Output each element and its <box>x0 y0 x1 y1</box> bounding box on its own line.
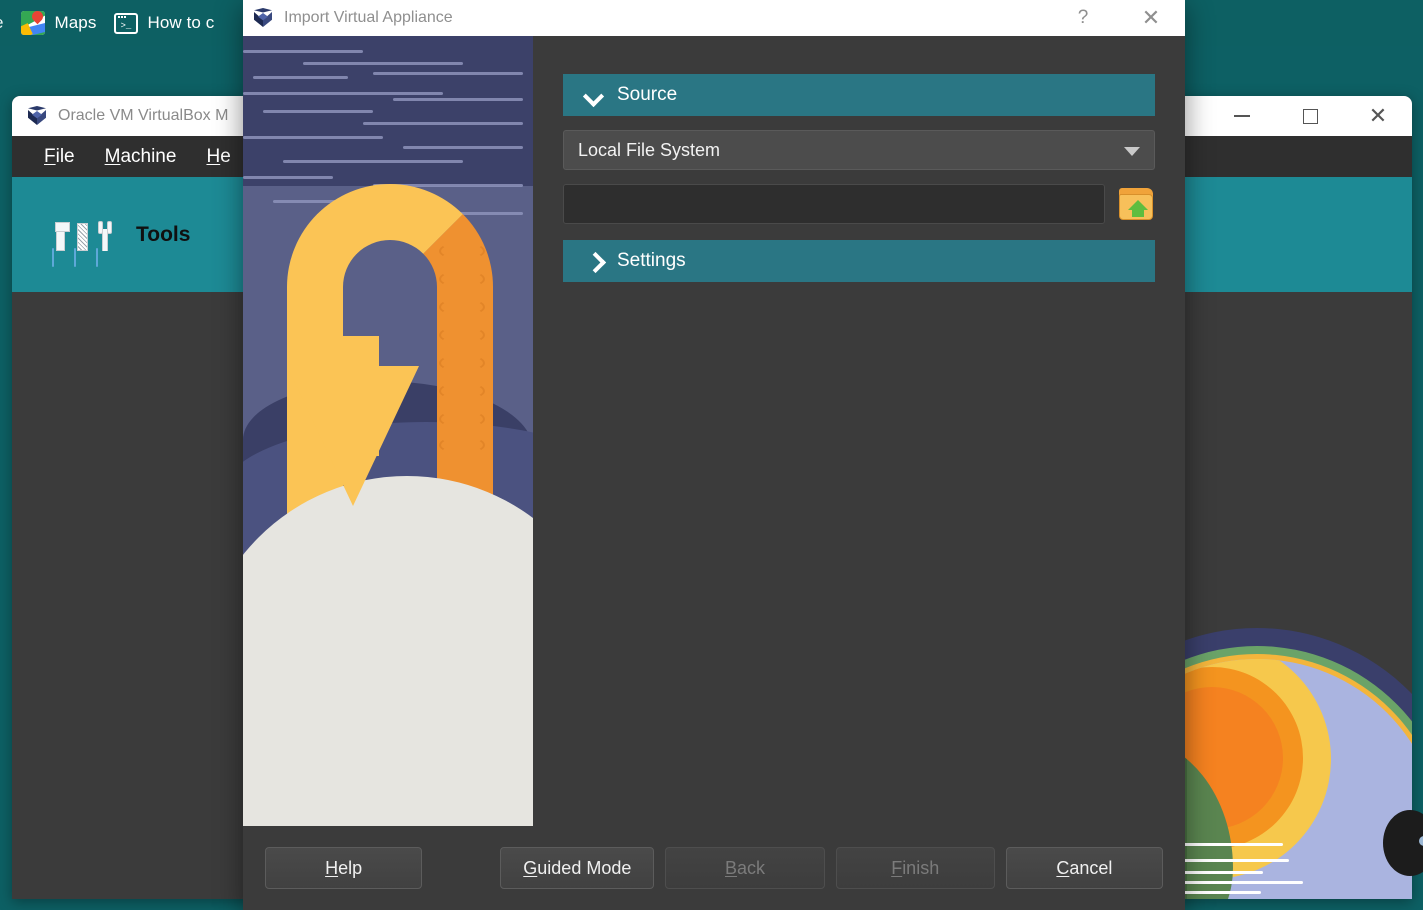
guided-mode-button[interactable]: Guided Mode <box>500 847 654 889</box>
dialog-window-controls: ? ✕ <box>1049 0 1185 36</box>
dialog-main-pane: Source Local File System <box>533 36 1185 826</box>
virtualbox-cube-icon <box>252 7 274 29</box>
dialog-titlebar: Import Virtual Appliance ? ✕ <box>243 0 1185 36</box>
chevron-down-icon <box>1124 147 1140 156</box>
dialog-close-button[interactable]: ✕ <box>1117 0 1185 36</box>
dialog-content: Source Local File System <box>243 36 1185 826</box>
tools-icon <box>52 203 114 267</box>
sidebar-item-label-tools: Tools <box>136 223 190 247</box>
source-expander-header[interactable]: Source <box>563 74 1155 116</box>
virtualbox-cube-icon <box>26 105 48 127</box>
google-maps-icon <box>21 11 45 35</box>
dialog-illustration <box>243 36 533 826</box>
file-path-row <box>563 184 1155 224</box>
back-button-rest: ack <box>737 858 765 878</box>
bookmark-label-maps: Maps <box>54 13 96 33</box>
file-path-input[interactable] <box>563 184 1105 224</box>
dialog-help-button[interactable]: ? <box>1049 0 1117 36</box>
desktop-root: e Maps >_ How to c Oracle VM VirtualBox … <box>0 0 1423 910</box>
menu-item-file[interactable]: File <box>44 146 75 168</box>
terminal-icon: >_ <box>114 13 138 34</box>
bookmark-item-truncated[interactable]: e <box>0 13 3 33</box>
source-select-value: Local File System <box>578 140 720 161</box>
menu-item-help[interactable]: He <box>206 146 230 168</box>
source-select[interactable]: Local File System <box>563 130 1155 170</box>
maximize-button[interactable] <box>1276 96 1344 136</box>
source-expander-label: Source <box>617 84 677 106</box>
back-button: Back <box>665 847 824 889</box>
menu-item-machine[interactable]: Machine <box>105 146 177 168</box>
browse-file-button[interactable] <box>1117 185 1155 223</box>
chevron-right-icon <box>585 252 603 270</box>
chevron-down-icon <box>585 86 603 104</box>
bookmark-item-howto[interactable]: >_ How to c <box>114 13 214 34</box>
cancel-button[interactable]: Cancel <box>1006 847 1163 889</box>
guided-mode-button-rest: uided Mode <box>537 858 631 878</box>
arrow-texture <box>435 236 493 456</box>
finish-button-rest: inish <box>902 858 939 878</box>
maximize-icon <box>1303 109 1318 124</box>
mountain-snow-shape <box>243 476 533 826</box>
dialog-title: Import Virtual Appliance <box>284 9 453 27</box>
bookmark-item-maps[interactable]: Maps <box>21 11 96 35</box>
settings-expander-header[interactable]: Settings <box>563 240 1155 282</box>
close-icon: ✕ <box>1369 105 1387 127</box>
minimize-button[interactable] <box>1208 96 1276 136</box>
finish-button: Finish <box>836 847 995 889</box>
settings-expander-label: Settings <box>617 250 686 272</box>
minimize-icon <box>1234 115 1250 117</box>
dialog-footer: Help Guided Mode Back Finish Cancel <box>243 826 1185 910</box>
close-button[interactable]: ✕ <box>1344 96 1412 136</box>
manager-title: Oracle VM VirtualBox M <box>58 107 228 125</box>
help-button-rest: elp <box>338 858 362 878</box>
cancel-button-rest: ancel <box>1069 858 1112 878</box>
bookmark-label-howto: How to c <box>147 13 214 33</box>
help-button[interactable]: Help <box>265 847 422 889</box>
folder-home-icon <box>1128 200 1148 218</box>
import-virtual-appliance-dialog: Import Virtual Appliance ? ✕ <box>243 0 1185 910</box>
manager-window-controls: ✕ <box>1208 96 1412 136</box>
